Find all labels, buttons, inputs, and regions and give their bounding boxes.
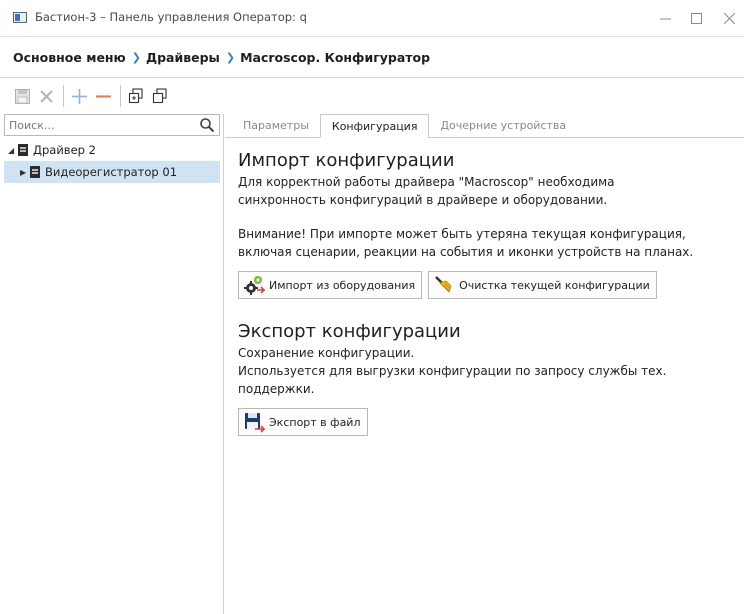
- breadcrumb-drivers[interactable]: Драйверы: [146, 50, 220, 65]
- import-description-1: Для корректной работы драйвера "Macrosco…: [238, 175, 615, 189]
- search-icon[interactable]: [199, 117, 215, 133]
- tab-bar: Параметры Конфигурация Дочерние устройст…: [232, 114, 577, 138]
- save-icon: [14, 88, 30, 104]
- maximize-icon: [690, 12, 702, 24]
- expanded-arrow-icon[interactable]: ◢: [8, 146, 18, 155]
- window-title: Бастион-3 – Панель управления Оператор: …: [35, 10, 307, 24]
- device-tree: ◢ Драйвер 2 ▶ Видеорегистратор 01: [4, 139, 220, 183]
- minimize-button[interactable]: [655, 9, 675, 27]
- tree-item-label: Драйвер 2: [33, 143, 96, 157]
- tab-configuration[interactable]: Конфигурация: [319, 114, 430, 138]
- import-from-hardware-button[interactable]: Импорт из оборудования: [238, 271, 423, 299]
- tab-parameters[interactable]: Параметры: [232, 114, 320, 138]
- plus-icon: [71, 88, 87, 104]
- chevron-right-icon: ❯: [225, 50, 236, 64]
- save-button[interactable]: [11, 85, 33, 107]
- export-button-label: Экспорт в файл: [269, 415, 361, 429]
- tree-item-label: Видеорегистратор 01: [45, 165, 178, 179]
- import-button-label: Импорт из оборудования: [269, 278, 416, 292]
- toolbar-divider: [120, 85, 121, 107]
- chevron-right-icon: ❯: [131, 50, 141, 64]
- tab-divider: [225, 137, 744, 138]
- search-input[interactable]: [5, 115, 195, 135]
- breadcrumb-main-menu[interactable]: Основное меню: [13, 50, 126, 65]
- breadcrumb: Основное меню ❯ Драйверы ❯ Macroscop. Ко…: [0, 36, 744, 78]
- left-panel: ◢ Драйвер 2 ▶ Видеорегистратор 01: [0, 114, 224, 614]
- import-description-2: синхронность конфигураций в драйвере и о…: [238, 193, 608, 207]
- minus-icon: [95, 94, 111, 98]
- duplicate-icon: [152, 88, 167, 104]
- import-warning-1: Внимание! При импорте может быть утеряна…: [238, 227, 686, 241]
- close-icon: [723, 12, 735, 24]
- import-actions: Импорт из оборудования Очистка текущей к…: [238, 271, 738, 299]
- export-description-3: поддержки.: [238, 382, 315, 396]
- export-actions: Экспорт в файл: [238, 408, 738, 436]
- toolbar: [0, 80, 744, 112]
- broom-icon: [435, 276, 452, 293]
- duplicate-button[interactable]: [149, 85, 171, 107]
- export-heading: Экспорт конфигурации: [238, 321, 461, 342]
- title-bar: Бастион-3 – Панель управления Оператор: …: [0, 0, 744, 36]
- copy-icon: [128, 88, 143, 104]
- close-button[interactable]: [719, 9, 739, 27]
- app-icon: [13, 12, 27, 23]
- device-icon: [30, 166, 40, 178]
- remove-button[interactable]: [92, 85, 114, 107]
- add-button[interactable]: [68, 85, 90, 107]
- device-icon: [18, 144, 28, 156]
- minimize-icon: [659, 18, 671, 19]
- floppy-export-icon: [245, 413, 265, 433]
- tree-item-driver[interactable]: ◢ Драйвер 2: [4, 139, 220, 161]
- tab-child-devices[interactable]: Дочерние устройства: [429, 114, 577, 138]
- delete-icon: [39, 89, 53, 103]
- toolbar-divider: [63, 85, 64, 107]
- configuration-panel: Импорт конфигурации Для корректной работ…: [238, 150, 738, 436]
- export-to-file-button[interactable]: Экспорт в файл: [238, 408, 368, 436]
- import-heading: Импорт конфигурации: [238, 150, 455, 171]
- export-description-1: Сохранение конфигурации.: [238, 346, 415, 360]
- copy-button[interactable]: [125, 85, 147, 107]
- clear-configuration-button[interactable]: Очистка текущей конфигурации: [428, 271, 657, 299]
- tree-item-recorder[interactable]: ▶ Видеорегистратор 01: [4, 161, 220, 183]
- delete-button[interactable]: [35, 85, 57, 107]
- clear-button-label: Очистка текущей конфигурации: [459, 278, 650, 292]
- gears-import-icon: [244, 276, 265, 295]
- maximize-button[interactable]: [686, 9, 706, 27]
- export-description-2: Используется для выгрузки конфигурации п…: [238, 364, 667, 378]
- breadcrumb-current: Macroscop. Конфигуратор: [240, 49, 431, 65]
- import-warning-2: включая сценарии, реакции на события и и…: [238, 245, 694, 259]
- search-box: [4, 114, 220, 136]
- collapsed-arrow-icon[interactable]: ▶: [20, 168, 30, 177]
